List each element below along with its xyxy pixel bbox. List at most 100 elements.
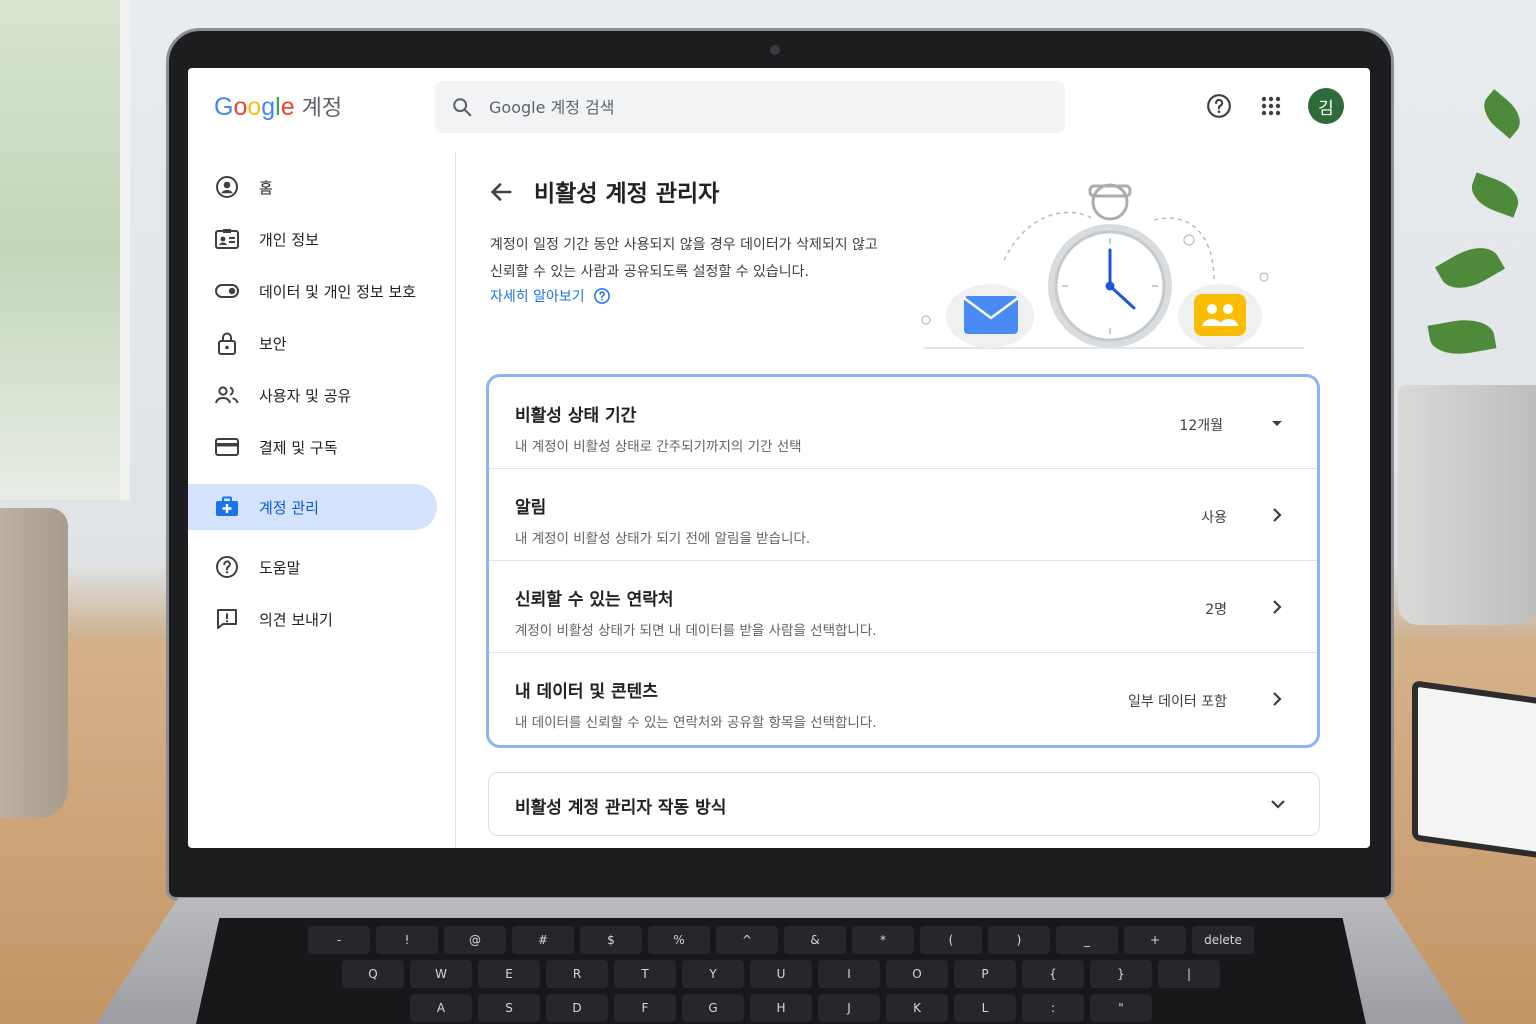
sidebar-item-label: 계정 관리 [259,498,319,517]
learn-more-link[interactable]: 자세히 알아보기 [490,286,611,306]
setting-value: 12개월 [1179,418,1223,434]
sidebar-item-account-management[interactable]: 계정 관리 [188,484,437,530]
avatar[interactable]: 김 [1308,88,1344,124]
keyboard-key: * [852,926,914,954]
google-wordmark-letter: g [261,93,276,121]
keyboard-key: Y [682,960,744,988]
keyboard-key: ) [988,926,1050,954]
keyboard-key: _ [1056,926,1118,954]
apps-button[interactable] [1256,91,1286,121]
keyboard-key: % [648,926,710,954]
account-label: 계정 [301,95,343,120]
keyboard-key: I [818,960,880,988]
search-icon[interactable] [451,96,473,118]
keyboard-key: & [784,926,846,954]
sidebar-item-label: 개인 정보 [259,230,319,249]
sidebar-item-label: 결제 및 구독 [259,438,338,457]
plant-leaf [1476,89,1528,139]
keyboard-key: E [478,960,540,988]
sidebar-item-label: 의견 보내기 [259,610,333,629]
sidebar-item-home[interactable]: 홈 [188,164,437,210]
inactive-account-illustration [921,183,1304,349]
sidebar-item-label: 홈 [259,178,273,197]
notebook [1412,680,1536,860]
keyboard-key: R [546,960,608,988]
keyboard-key: : [1022,994,1084,1022]
keyboard-key: " [1090,994,1152,1022]
setting-title: 내 데이터 및 콘텐츠 [515,682,658,702]
keyboard-key: P [954,960,1016,988]
keyboard-row: A S D F G H J K L: " [226,994,1336,1022]
plant-leaf [1435,237,1505,299]
sidebar-item-label: 도움말 [259,558,301,577]
chevron-right-icon [1273,508,1282,522]
google-wordmark-letter: o [247,93,262,121]
sidebar-item-help[interactable]: 도움말 [188,544,437,590]
toggle-icon [214,278,240,304]
keyboard-key: # [512,926,574,954]
keyboard-key: W [410,960,472,988]
keyboard-key: D [546,994,608,1022]
back-arrow-icon[interactable] [488,178,516,206]
keyboard-key: + [1124,926,1186,954]
setting-title: 신뢰할 수 있는 연락처 [515,590,674,610]
id-card-icon [214,226,240,252]
keyboard-key: T [614,960,676,988]
sidebar-item-security[interactable]: 보안 [188,320,437,366]
how-it-works-expander[interactable]: 비활성 계정 관리자 작동 방식 [488,772,1320,836]
setting-row-inactivity-period[interactable]: 비활성 상태 기간 내 계정이 비활성 상태로 간주되기까지의 기간 선택 12… [489,377,1317,469]
keyboard-key: @ [444,926,506,954]
sidebar-item-feedback[interactable]: 의견 보내기 [188,596,437,642]
chevron-right-icon [1273,600,1282,614]
google-wordmark: Google [214,93,295,122]
setting-row-notifications[interactable]: 알림 내 계정이 비활성 상태가 되기 전에 알림을 받습니다. 사용 [489,469,1317,561]
setting-title: 비활성 상태 기간 [515,406,637,426]
keyboard-row: -! @ # $% ^ & *() _ + delete [226,926,1336,954]
sidebar-item-personal-info[interactable]: 개인 정보 [188,216,437,262]
keyboard-key: { [1022,960,1084,988]
keyboard-key: J [818,994,880,1022]
webcam [770,45,780,55]
inactive-settings-card: 비활성 상태 기간 내 계정이 비활성 상태로 간주되기까지의 기간 선택 12… [486,374,1320,748]
sidebar-item-label: 보안 [259,334,287,353]
help-circle-icon [593,288,610,304]
setting-subtitle: 내 계정이 비활성 상태가 되기 전에 알림을 받습니다. [515,531,811,547]
keyboard-key: G [682,994,744,1022]
keyboard-key: L [954,994,1016,1022]
credit-card-icon [214,434,240,460]
top-bar: Google 계정 Google 계정 검색 김 [188,68,1370,146]
help-icon [1207,94,1231,118]
search-input[interactable] [489,97,989,117]
sidebar-item-payments[interactable]: 결제 및 구독 [188,424,437,470]
sidebar-item-data-privacy[interactable]: 데이터 및 개인 정보 보호 [188,268,437,314]
keyboard-key: U [750,960,812,988]
search-bar[interactable] [435,81,1065,133]
setting-row-data-content[interactable]: 내 데이터 및 콘텐츠 내 데이터를 신뢰할 수 있는 연락처와 공유할 항목을… [489,653,1317,745]
keyboard-key: delete [1192,926,1254,954]
chevron-right-icon [1273,692,1282,706]
sidebar-item-people-sharing[interactable]: 사용자 및 공유 [188,372,437,418]
google-wordmark-letter: o [233,93,248,121]
plant-leaf [1427,314,1497,360]
dropdown-arrow-icon[interactable] [1267,413,1287,433]
setting-row-trusted-contacts[interactable]: 신뢰할 수 있는 연락처 계정이 비활성 상태가 되면 내 데이터를 받을 사람… [489,561,1317,653]
coffee-mug [0,508,68,818]
help-button[interactable] [1204,91,1234,121]
sidebar-item-label: 데이터 및 개인 정보 보호 [259,282,417,301]
setting-subtitle: 계정이 비활성 상태가 되면 내 데이터를 받을 사람을 선택합니다. [515,623,877,639]
keyboard-key: K [886,994,948,1022]
sidebar-divider [455,152,456,848]
keyboard-key: A [410,994,472,1022]
keyboard-key: S [478,994,540,1022]
keyboard-key: ( [920,926,982,954]
top-right-actions: 김 [1204,88,1344,124]
keyboard-key: } [1090,960,1152,988]
keyboard-key: F [614,994,676,1022]
briefcase-icon [214,494,240,520]
setting-value: 사용 [1201,510,1227,526]
keyboard-key: ^ [716,926,778,954]
help-icon [214,554,240,580]
setting-value: 2명 [1205,602,1227,618]
keyboard-row: Q W E R T Y U I O P{} | [226,960,1336,988]
google-account-logo[interactable]: Google 계정 [214,90,342,122]
